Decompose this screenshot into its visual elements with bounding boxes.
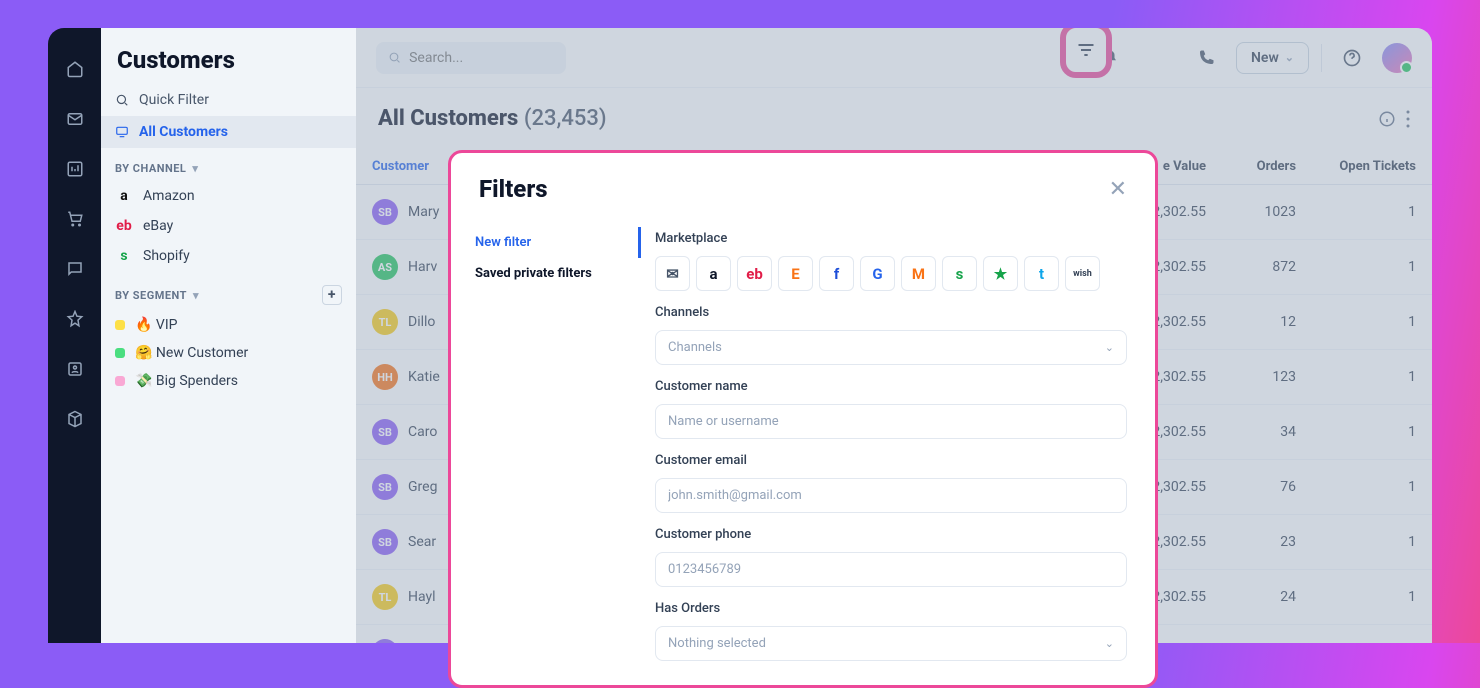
- box-icon[interactable]: [66, 410, 84, 432]
- segment-dot: [115, 348, 125, 358]
- customer-name-label: Customer name: [655, 379, 1127, 394]
- segment-dot: [115, 320, 125, 330]
- marketplace-google[interactable]: G: [860, 256, 895, 291]
- amazon-icon: a: [115, 187, 133, 205]
- marketplace-etsy[interactable]: E: [778, 256, 813, 291]
- mail-icon[interactable]: [66, 110, 84, 132]
- users-icon[interactable]: [66, 360, 84, 382]
- marketplace-twitter[interactable]: t: [1024, 256, 1059, 291]
- home-icon[interactable]: [66, 60, 84, 82]
- channel-amazon[interactable]: aAmazon: [101, 181, 356, 211]
- marketplace-amazon[interactable]: a: [696, 256, 731, 291]
- has-orders-label: Has Orders: [655, 601, 1127, 616]
- modal-sidebar: New filter Saved private filters: [451, 213, 641, 685]
- close-icon[interactable]: ✕: [1109, 177, 1127, 202]
- channels-select[interactable]: Channels⌄: [655, 330, 1127, 365]
- customer-phone-label: Customer phone: [655, 527, 1127, 542]
- segment-item[interactable]: 💸 Big Spenders: [101, 367, 356, 395]
- marketplace-shopify[interactable]: s: [942, 256, 977, 291]
- chevron-down-icon: ⌄: [1105, 637, 1114, 650]
- chevron-down-icon: ▾: [193, 289, 199, 302]
- chevron-down-icon: ⌄: [1105, 341, 1114, 354]
- segment-dot: [115, 376, 125, 386]
- nav-rail: [48, 28, 101, 643]
- chevron-down-icon: ▾: [192, 162, 198, 175]
- has-orders-select[interactable]: Nothing selected⌄: [655, 626, 1127, 661]
- modal-title: Filters: [479, 175, 548, 203]
- star-icon[interactable]: [66, 310, 84, 332]
- sidebar: Customers Quick Filter All Customers BY …: [101, 28, 356, 643]
- channel-ebay[interactable]: ebeBay: [101, 211, 356, 241]
- channels-label: Channels: [655, 305, 1127, 320]
- marketplace-wish[interactable]: wish: [1065, 256, 1100, 291]
- monitor-icon: [115, 125, 129, 139]
- by-segment-header: BY SEGMENT▾ +: [101, 271, 356, 311]
- saved-filters-tab[interactable]: Saved private filters: [451, 258, 641, 289]
- page-title: Customers: [101, 28, 356, 84]
- segment-item[interactable]: 🤗 New Customer: [101, 339, 356, 367]
- marketplace-label: Marketplace: [655, 231, 1127, 246]
- chat-icon[interactable]: [66, 260, 84, 282]
- marketplace-magento[interactable]: M: [901, 256, 936, 291]
- by-channel-header: BY CHANNEL▾: [101, 148, 356, 181]
- marketplace-trustpilot[interactable]: ★: [983, 256, 1018, 291]
- search-icon: [115, 93, 129, 107]
- marketplace-message[interactable]: ✉: [655, 256, 690, 291]
- marketplace-facebook[interactable]: f: [819, 256, 854, 291]
- channel-shopify[interactable]: sShopify: [101, 241, 356, 271]
- chart-icon[interactable]: [66, 160, 84, 182]
- customer-name-input[interactable]: [655, 404, 1127, 439]
- marketplace-ebay[interactable]: eb: [737, 256, 772, 291]
- new-filter-tab[interactable]: New filter: [451, 227, 641, 258]
- customer-email-label: Customer email: [655, 453, 1127, 468]
- ebay-icon: eb: [115, 217, 133, 235]
- segment-item[interactable]: 🔥 VIP: [101, 311, 356, 339]
- add-segment-button[interactable]: +: [322, 285, 342, 305]
- cart-icon[interactable]: [66, 210, 84, 232]
- filters-modal: Filters ✕ New filter Saved private filte…: [448, 150, 1158, 688]
- customer-email-input[interactable]: [655, 478, 1127, 513]
- customer-phone-input[interactable]: [655, 552, 1127, 587]
- all-customers[interactable]: All Customers: [101, 116, 356, 148]
- quick-filter[interactable]: Quick Filter: [101, 84, 356, 116]
- shopify-icon: s: [115, 247, 133, 265]
